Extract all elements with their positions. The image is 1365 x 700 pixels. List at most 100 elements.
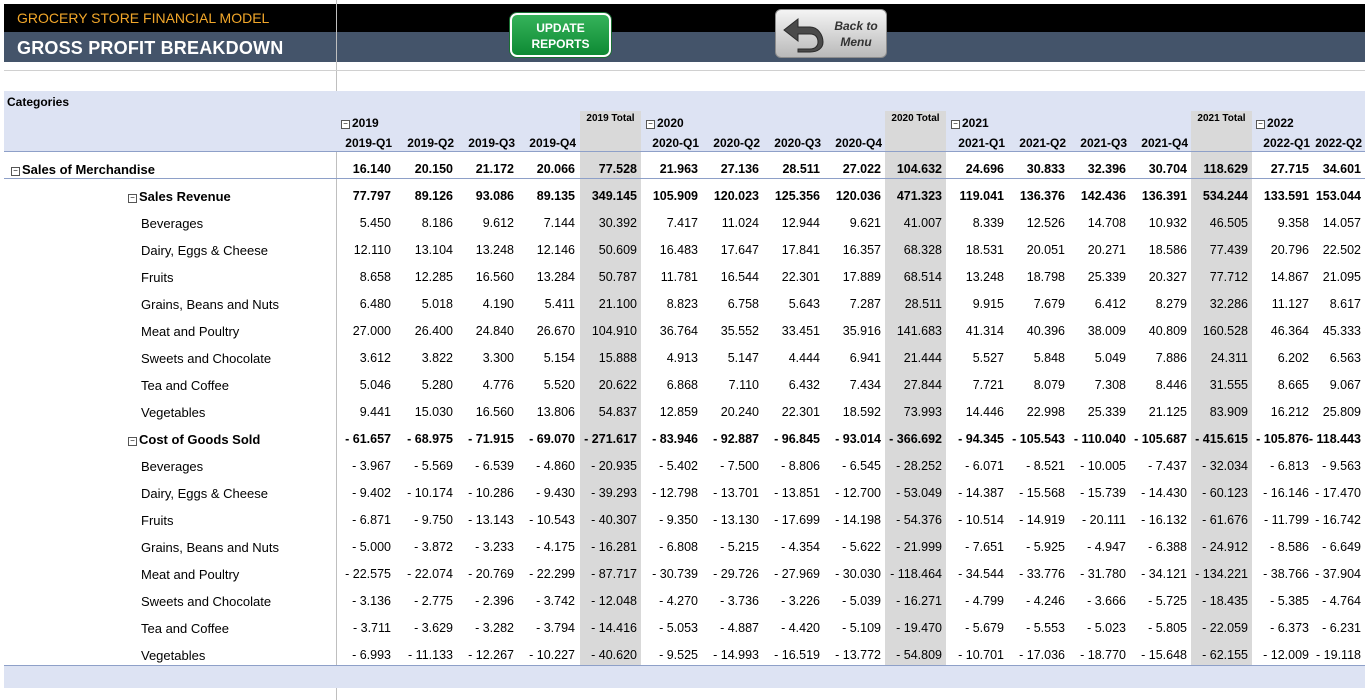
value-cell: - 22.299: [529, 567, 575, 581]
row-label[interactable]: − Sales Revenue: [128, 189, 231, 204]
collapse-toggle-icon[interactable]: −: [951, 120, 960, 129]
value-cell: 4.913: [666, 351, 698, 365]
year-header-2019[interactable]: −2019: [341, 116, 379, 130]
value-cell: 27.844: [903, 378, 942, 392]
value-cell: - 19.118: [1316, 648, 1361, 662]
value-cell: - 22.575: [345, 567, 391, 581]
value-cell: - 6.808: [659, 540, 698, 554]
quarter-header: 2020-Q3: [774, 136, 821, 150]
value-cell: - 27.969: [774, 567, 820, 581]
total-column-header: 2019 Total: [586, 113, 635, 124]
value-cell: - 16.742: [1315, 513, 1361, 527]
value-cell: 9.612: [482, 216, 514, 230]
value-cell: - 17.699: [774, 513, 820, 527]
value-cell: 142.436: [1080, 189, 1126, 203]
value-cell: 25.339: [1087, 270, 1126, 284]
row-label-text: Cost of Goods Sold: [139, 432, 261, 447]
value-cell: 8.079: [1033, 378, 1065, 392]
quarter-header: 2021-Q3: [1080, 136, 1127, 150]
year-label: 2022: [1267, 116, 1294, 130]
table-row: − Sales of Merchandise 16.140 20.150 21.172 2…: [4, 157, 1365, 184]
quarter-header: 2022-Q2: [1315, 136, 1362, 150]
value-cell: 20.051: [1026, 243, 1065, 257]
back-to-menu-button[interactable]: Back to Menu: [775, 9, 887, 58]
value-cell: 105.909: [652, 189, 698, 203]
value-cell: 22.301: [781, 270, 820, 284]
row-label-text: Beverages: [141, 459, 204, 474]
value-cell: 28.511: [782, 162, 820, 176]
quarter-header: 2019-Q2: [407, 136, 454, 150]
value-cell: - 118.443: [1308, 432, 1361, 446]
row-label-text: Sweets and Chocolate: [141, 594, 272, 609]
value-cell: - 22.059: [1202, 621, 1248, 635]
value-cell: - 14.198: [835, 513, 881, 527]
value-cell: 77.528: [598, 162, 637, 176]
year-header-2022[interactable]: −2022: [1256, 116, 1294, 130]
row-label-text: Fruits: [141, 270, 174, 285]
update-reports-button[interactable]: UPDATE REPORTS: [510, 13, 611, 57]
quarter-header: 2019-Q1: [345, 136, 392, 150]
collapse-toggle-icon[interactable]: −: [1256, 120, 1265, 129]
collapse-toggle-icon[interactable]: −: [11, 167, 20, 176]
collapse-toggle-icon[interactable]: −: [128, 437, 137, 446]
value-cell: 5.643: [788, 297, 820, 311]
value-cell: 11.024: [721, 216, 759, 230]
value-cell: 10.932: [1148, 216, 1187, 230]
row-label-text: Sales of Merchandise: [22, 162, 155, 177]
value-cell: 20.240: [720, 405, 759, 419]
value-cell: 3.300: [482, 351, 514, 365]
value-cell: 21.095: [1322, 270, 1361, 284]
value-cell: - 4.270: [659, 594, 698, 608]
value-cell: 5.527: [972, 351, 1004, 365]
value-cell: - 17.470: [1315, 486, 1361, 500]
table-row: Beverages 5.450 8.186 9.612 7.144 30.392 7.417…: [4, 211, 1365, 238]
total-column-header: 2021 Total: [1197, 113, 1246, 124]
model-subtitle: GROCERY STORE FINANCIAL MODEL: [17, 10, 270, 26]
quarter-header: 2020-Q4: [835, 136, 882, 150]
table-row: Tea and Coffee - 3.711 - 3.629 - 3.282 - 3.7…: [4, 616, 1365, 643]
value-cell: 89.135: [536, 189, 575, 203]
value-cell: - 5.569: [414, 459, 453, 473]
value-cell: - 6.871: [352, 513, 391, 527]
value-cell: 9.621: [849, 216, 881, 230]
value-cell: 7.287: [849, 297, 881, 311]
value-cell: 5.154: [543, 351, 575, 365]
value-cell: 21.172: [475, 162, 514, 176]
collapse-toggle-icon[interactable]: −: [341, 120, 350, 129]
value-cell: 7.308: [1094, 378, 1126, 392]
value-cell: 13.248: [965, 270, 1004, 284]
value-cell: 141.683: [896, 324, 942, 338]
quarter-header: 2019-Q4: [529, 136, 576, 150]
quarter-header: 2021-Q2: [1019, 136, 1066, 150]
value-cell: 16.544: [720, 270, 759, 284]
value-cell: - 17.036: [1019, 648, 1065, 662]
value-cell: - 21.999: [896, 540, 942, 554]
value-cell: - 54.809: [896, 648, 942, 662]
value-cell: - 9.750: [414, 513, 453, 527]
value-cell: - 10.174: [407, 486, 453, 500]
value-cell: - 13.701: [713, 486, 759, 500]
value-cell: - 6.993: [352, 648, 391, 662]
value-cell: 6.758: [727, 297, 759, 311]
value-cell: 21.100: [598, 297, 637, 311]
quarter-header: 2020-Q2: [713, 136, 760, 150]
value-cell: 15.030: [414, 405, 453, 419]
value-cell: - 53.049: [896, 486, 942, 500]
year-header-2020[interactable]: −2020: [646, 116, 684, 130]
value-cell: - 110.040: [1073, 432, 1126, 446]
value-cell: - 7.651: [965, 540, 1004, 554]
value-cell: - 13.772: [835, 648, 881, 662]
collapse-toggle-icon[interactable]: −: [646, 120, 655, 129]
year-header-2021[interactable]: −2021: [951, 116, 989, 130]
row-label[interactable]: − Cost of Goods Sold: [128, 432, 260, 447]
row-label[interactable]: − Sales of Merchandise: [11, 162, 155, 177]
collapse-toggle-icon[interactable]: −: [128, 194, 137, 203]
value-cell: 160.528: [1202, 324, 1248, 338]
categories-header: Categories: [7, 95, 70, 109]
table-row: Grains, Beans and Nuts 6.480 5.018 4.190 5.4…: [4, 292, 1365, 319]
row-label-text: Tea and Coffee: [141, 378, 229, 393]
value-cell: 20.327: [1148, 270, 1187, 284]
value-cell: 12.146: [536, 243, 575, 257]
value-cell: 6.412: [1094, 297, 1126, 311]
value-cell: 27.000: [352, 324, 391, 338]
